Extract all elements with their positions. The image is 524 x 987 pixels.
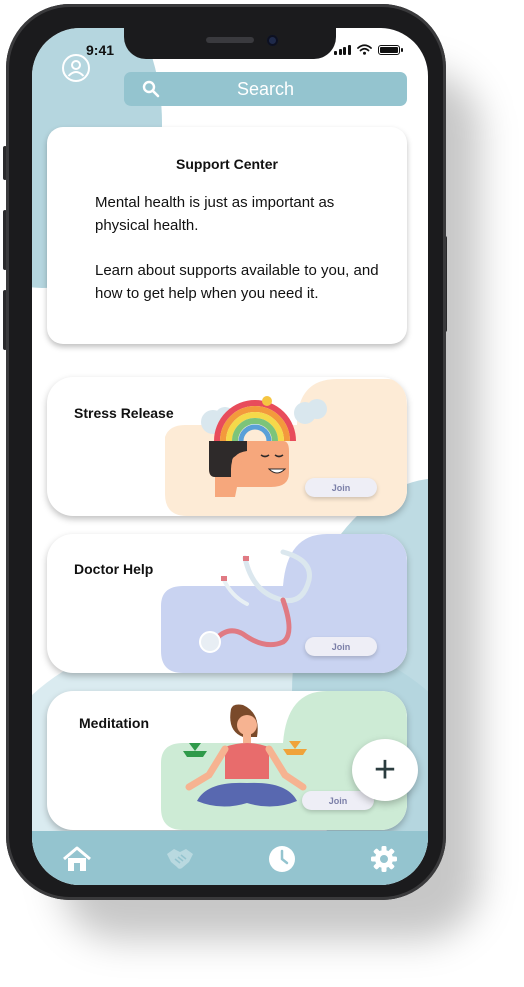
app-screen: 9:41 Search Support Center Mental health… <box>32 28 428 885</box>
speaker-grille <box>206 37 254 43</box>
battery-icon <box>377 44 403 55</box>
support-center-card[interactable]: Support Center Mental health is just as … <box>47 127 407 344</box>
support-center-title: Support Center <box>176 156 278 172</box>
profile-button[interactable] <box>62 54 90 82</box>
card-title: Stress Release <box>74 405 174 421</box>
add-button[interactable]: + <box>352 739 418 801</box>
card-title: Meditation <box>79 715 149 731</box>
user-icon <box>67 60 85 77</box>
nav-support[interactable] <box>164 845 196 873</box>
gear-icon <box>371 846 397 872</box>
signal-icon <box>334 44 351 55</box>
nav-home[interactable] <box>61 845 93 873</box>
nav-settings[interactable] <box>368 845 400 873</box>
support-center-text: Learn about supports available to you, a… <box>95 262 379 302</box>
support-center-text: Mental health is just as important as ph… <box>95 194 335 234</box>
join-button[interactable]: Join <box>305 478 377 497</box>
stage: 9:41 Search Support Center Mental health… <box>0 0 524 987</box>
status-time: 9:41 <box>86 42 115 58</box>
search-placeholder: Search <box>236 78 295 99</box>
card-title: Doctor Help <box>74 561 154 577</box>
notch <box>124 28 336 59</box>
join-button[interactable]: Join <box>305 637 377 656</box>
stress-release-card[interactable]: Stress Release Join <box>47 377 407 516</box>
clock-icon <box>269 846 295 872</box>
handshake-icon <box>167 849 193 869</box>
doctor-help-card[interactable]: Doctor Help Join <box>47 534 407 673</box>
search-input[interactable]: Search <box>124 72 407 106</box>
wifi-icon <box>356 44 372 55</box>
status-icons <box>334 44 403 55</box>
nav-history[interactable] <box>266 845 298 873</box>
home-icon <box>63 846 91 871</box>
search-icon <box>142 80 160 98</box>
front-camera <box>267 35 278 46</box>
phone-frame: 9:41 Search Support Center Mental health… <box>6 4 446 900</box>
bottom-nav <box>32 831 428 885</box>
